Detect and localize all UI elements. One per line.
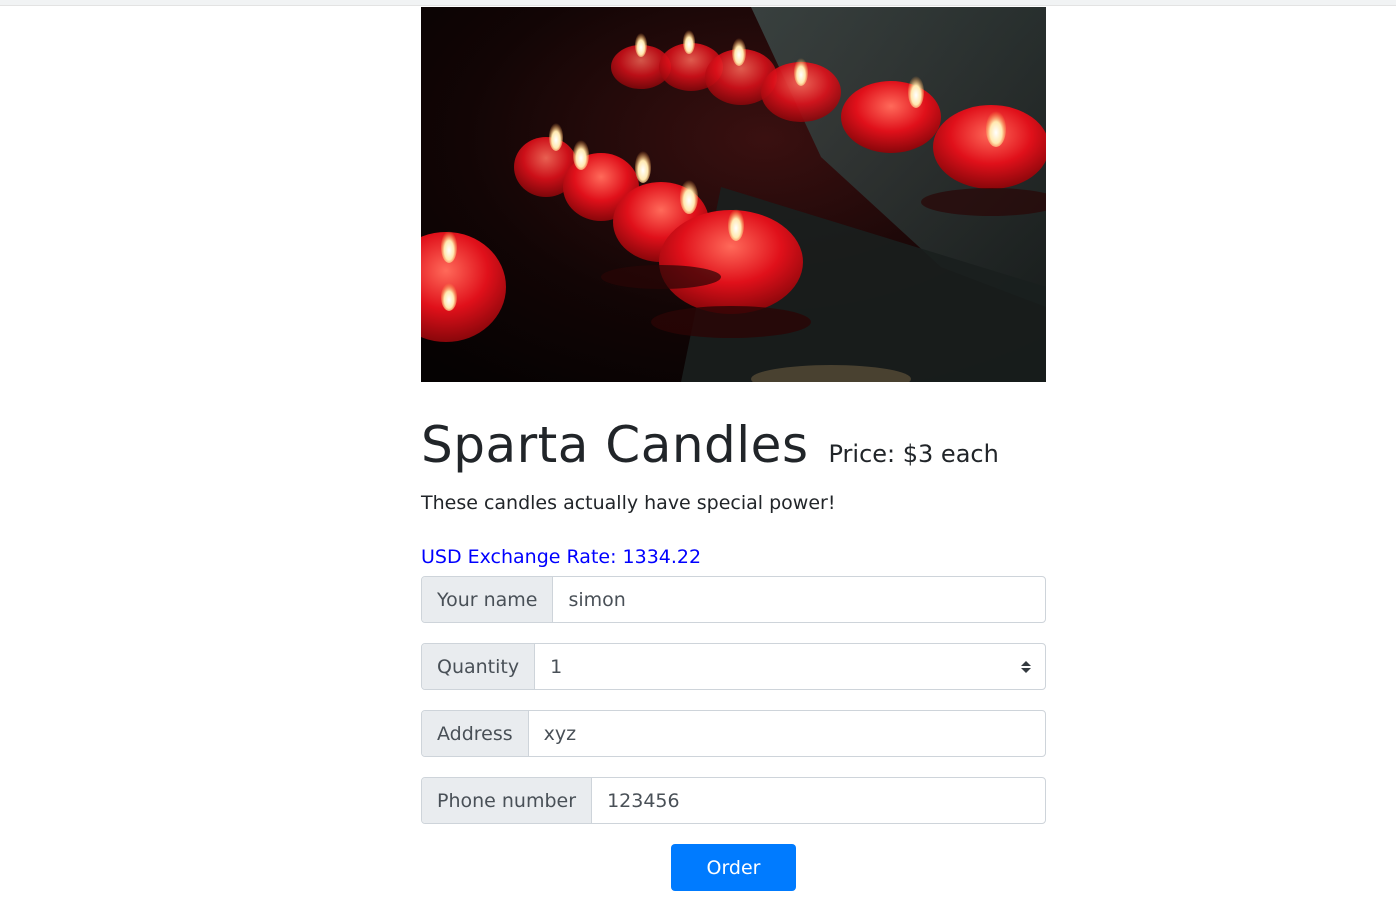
product-container: Sparta Candles Price: $3 each These cand… — [421, 7, 1046, 891]
quantity-value: 1 — [550, 655, 563, 678]
select-arrows-icon — [1021, 660, 1031, 673]
phone-input[interactable] — [592, 778, 1045, 823]
phone-input-group: Phone number — [421, 777, 1046, 824]
name-input-group: Your name — [421, 576, 1046, 623]
candles-image — [421, 7, 1046, 382]
name-label: Your name — [422, 577, 554, 622]
order-button[interactable]: Order — [671, 844, 796, 891]
browser-top-edge — [0, 0, 1396, 6]
title-row: Sparta Candles Price: $3 each — [421, 410, 1046, 480]
address-input[interactable] — [528, 711, 1045, 756]
quantity-label: Quantity — [422, 644, 536, 689]
name-input[interactable] — [553, 577, 1045, 622]
product-title: Sparta Candles — [421, 416, 809, 474]
phone-label: Phone number — [422, 778, 593, 823]
product-description: These candles actually have special powe… — [421, 492, 836, 514]
exchange-rate-label: USD Exchange Rate: — [421, 546, 623, 568]
product-price: Price: $3 each — [828, 440, 999, 468]
order-button-row: Order — [421, 844, 1046, 891]
quantity-input-group: Quantity 1 — [421, 643, 1046, 690]
exchange-rate-value: 1334.22 — [622, 546, 702, 568]
quantity-select[interactable]: 1 — [535, 644, 1045, 689]
address-input-group: Address — [421, 710, 1046, 757]
address-label: Address — [422, 711, 529, 756]
exchange-rate: USD Exchange Rate: 1334.22 — [421, 544, 1046, 570]
